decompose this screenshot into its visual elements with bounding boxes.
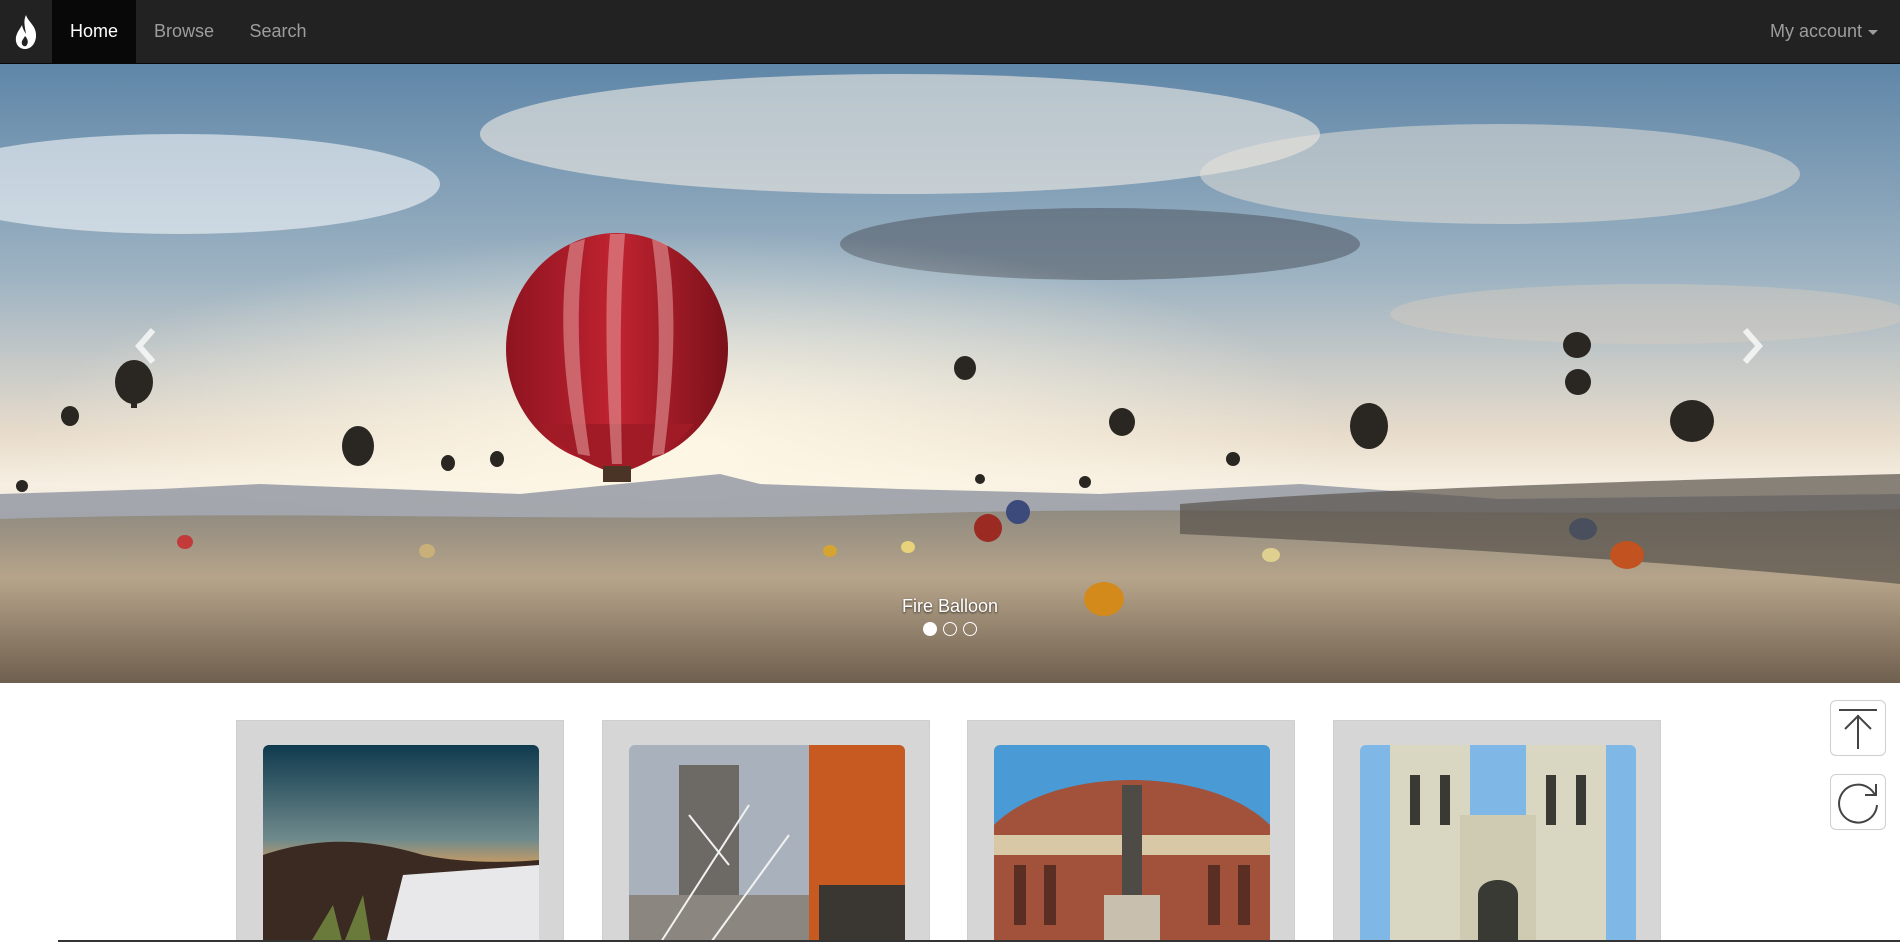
- my-account-label: My account: [1769, 21, 1862, 41]
- hero-carousel[interactable]: Fire Balloon: [0, 64, 1900, 683]
- flame-icon: [15, 15, 37, 49]
- nav-search[interactable]: Search: [232, 0, 324, 64]
- carousel-indicator-3[interactable]: [963, 622, 977, 636]
- caret-down-icon: [1868, 29, 1878, 35]
- westminster-abbey-image: [1360, 745, 1636, 942]
- reload-button[interactable]: [1830, 774, 1886, 830]
- carousel-indicator-1[interactable]: [923, 622, 937, 636]
- chevron-left-icon: [135, 328, 156, 364]
- arrow-up-icon: [1839, 709, 1877, 749]
- coastal-village-image: [263, 745, 539, 942]
- carousel-next-button[interactable]: [1732, 326, 1772, 366]
- my-account-dropdown[interactable]: My account: [1770, 0, 1878, 64]
- carousel-indicator-2[interactable]: [943, 622, 957, 636]
- royal-albert-hall-image: [994, 745, 1270, 942]
- carousel-prev-button[interactable]: [126, 326, 166, 366]
- hero-image: [0, 64, 1900, 683]
- snowy-buildings-image: [629, 745, 905, 942]
- chevron-right-icon: [1742, 328, 1763, 364]
- gallery-card[interactable]: [602, 720, 930, 942]
- gallery-card[interactable]: [1333, 720, 1661, 942]
- nav-browse[interactable]: Browse: [136, 0, 232, 64]
- gallery-thumbnail[interactable]: [1360, 745, 1636, 942]
- refresh-icon: [1838, 783, 1878, 824]
- gallery-thumbnail[interactable]: [994, 745, 1270, 942]
- top-navbar: Home Browse Search My account: [0, 0, 1900, 64]
- nav-home[interactable]: Home: [52, 0, 136, 64]
- gallery-card[interactable]: [236, 720, 564, 942]
- gallery-thumbnail[interactable]: [629, 745, 905, 942]
- carousel-indicators: [0, 622, 1900, 636]
- gallery-thumbnail[interactable]: [263, 745, 539, 942]
- brand-logo[interactable]: [0, 0, 52, 64]
- scroll-top-button[interactable]: [1830, 700, 1886, 756]
- carousel-caption: Fire Balloon: [901, 596, 999, 616]
- gallery-card[interactable]: [967, 720, 1295, 942]
